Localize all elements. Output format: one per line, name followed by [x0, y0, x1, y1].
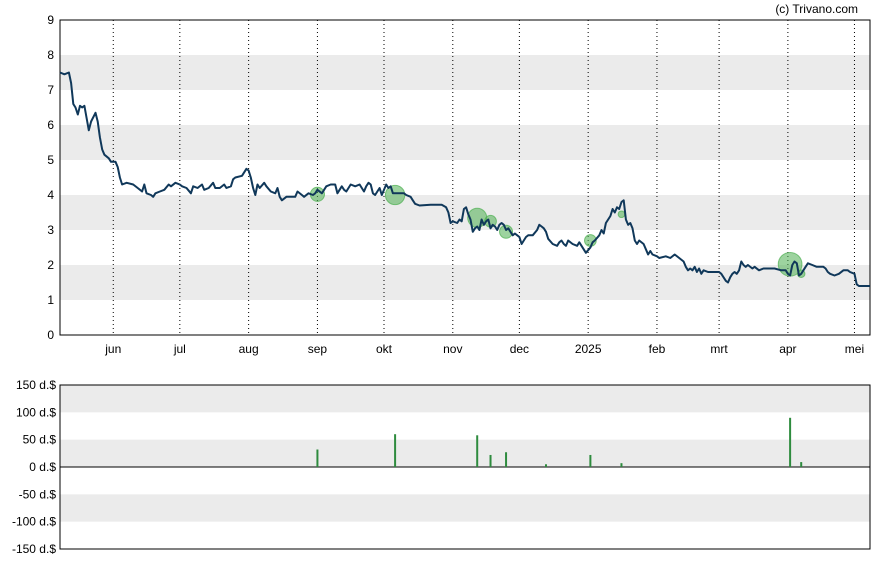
y-tick-label: 6: [47, 118, 54, 132]
volume-y-tick-label: 0 d.$: [29, 460, 56, 474]
price-band: [60, 265, 870, 300]
x-tick-label: nov: [443, 342, 462, 356]
y-tick-label: 1: [47, 293, 54, 307]
x-tick-label: sep: [308, 342, 328, 356]
volume-bar: [545, 464, 547, 467]
y-tick-label: 7: [47, 83, 54, 97]
volume-y-tick-label: -150 d.$: [12, 542, 56, 556]
y-tick-label: 5: [47, 153, 54, 167]
x-tick-label: jul: [173, 342, 186, 356]
x-tick-label: apr: [779, 342, 796, 356]
y-tick-label: 8: [47, 48, 54, 62]
x-tick-label: okt: [376, 342, 393, 356]
x-tick-label: mei: [845, 342, 864, 356]
price-band: [60, 55, 870, 90]
y-tick-label: 9: [47, 13, 54, 27]
trade-bubble: [617, 210, 626, 219]
y-tick-label: 0: [47, 328, 54, 342]
volume-bar: [789, 417, 792, 467]
volume-bar: [316, 449, 319, 467]
y-tick-label: 2: [47, 258, 54, 272]
x-tick-label: jun: [104, 342, 121, 356]
price-chart: jun jul aug sep okt nov dec 2025 feb mrt apr mei 0 1 2…: [47, 13, 871, 356]
volume-bar: [620, 463, 623, 467]
volume-chart: 150 d.$ 100 d.$ 50 d.$ 0 d.$ -50 d.$ -100 d.$…: [12, 378, 871, 556]
volume-y-tick-label: 100 d.$: [16, 405, 56, 419]
price-line: [59, 71, 870, 287]
volume-band: [60, 494, 870, 522]
y-tick-label: 4: [47, 188, 54, 202]
volume-y-tick-label: 50 d.$: [23, 433, 57, 447]
price-band: [60, 125, 870, 160]
credit-text: (c) Trivano.com: [775, 2, 858, 16]
volume-band: [60, 439, 870, 467]
x-tick-label: 2025: [575, 342, 602, 356]
x-tick-label: aug: [239, 342, 259, 356]
chart-canvas: (c) Trivano.com jun jul aug sep okt nov dec 202…: [12, 2, 871, 556]
volume-bar: [589, 454, 592, 467]
volume-y-tick-label: 150 d.$: [16, 378, 56, 392]
volume-bar: [489, 454, 492, 467]
volume-bar: [505, 452, 508, 467]
volume-bar: [800, 462, 803, 467]
volume-band: [60, 385, 870, 413]
price-band: [60, 195, 870, 230]
x-tick-label: mrt: [710, 342, 728, 356]
x-tick-label: feb: [649, 342, 666, 356]
volume-bar: [476, 435, 479, 467]
volume-y-tick-label: -100 d.$: [12, 515, 56, 529]
x-tick-label: dec: [510, 342, 529, 356]
y-tick-label: 3: [47, 223, 54, 237]
volume-y-tick-label: -50 d.$: [19, 487, 57, 501]
volume-bar: [394, 434, 397, 467]
